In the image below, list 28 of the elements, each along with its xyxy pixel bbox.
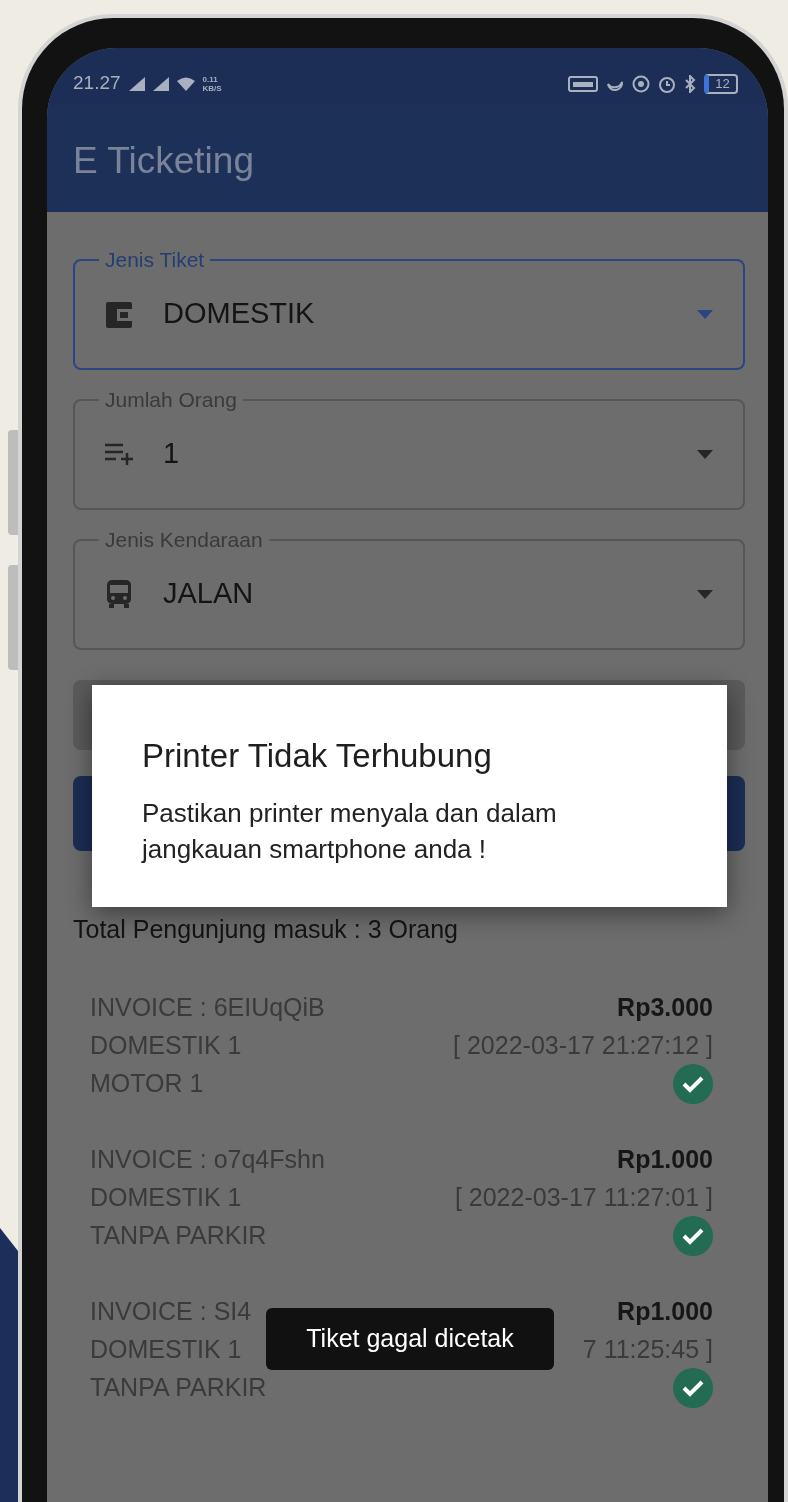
bus-icon xyxy=(105,579,133,609)
visitor-total-text: Total Pengunjung masuk : 3 Orang xyxy=(73,914,459,945)
wallet-icon xyxy=(105,299,133,329)
field-value: DOMESTIK xyxy=(163,296,316,332)
caret-icon xyxy=(697,589,713,599)
caret-icon xyxy=(697,449,713,459)
wifi-icon xyxy=(176,76,195,91)
alarm-clock-icon xyxy=(658,74,676,93)
field-value: JALAN xyxy=(163,576,255,612)
target-icon xyxy=(632,74,650,93)
field-label: Jenis Tiket xyxy=(104,247,206,273)
button-edge[interactable] xyxy=(73,776,95,851)
network-speed-text: 0.11 KB/S xyxy=(202,74,222,93)
app-title: E Ticketing xyxy=(73,139,255,183)
field-value: 1 xyxy=(163,436,181,472)
dialog-message: Pastikan printer menyala dan dalam jangkauan smartphone anda ! xyxy=(142,796,558,866)
toast-message: Tiket gagal dicetak xyxy=(266,1308,554,1370)
amount-text: Rp3.000 xyxy=(617,991,713,1023)
signal-icon xyxy=(128,76,145,91)
bluetooth-icon xyxy=(684,74,696,93)
clock-text: 21.27 xyxy=(73,71,121,96)
volte-icon xyxy=(568,75,598,92)
signal-icon xyxy=(152,76,169,91)
amount-text: Rp1.000 xyxy=(617,1143,713,1175)
amount-text: Rp1.000 xyxy=(617,1295,713,1327)
dialog-title: Printer Tidak Terhubung xyxy=(142,736,493,776)
caret-icon xyxy=(697,309,713,319)
battery-icon: 12 xyxy=(704,73,738,94)
